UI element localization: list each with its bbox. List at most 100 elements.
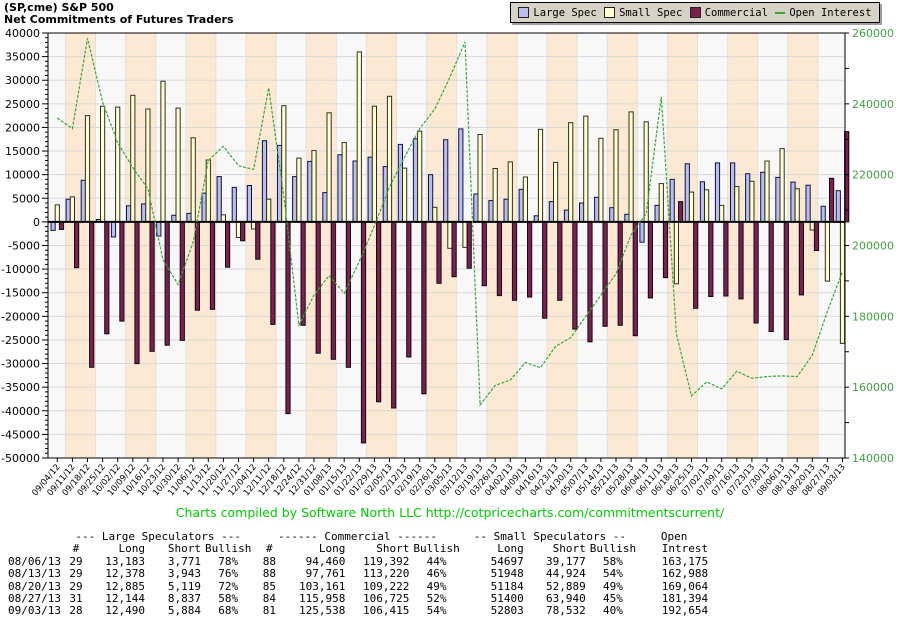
table-cell: 54% [588, 568, 638, 580]
bar-commercial [603, 222, 607, 326]
table-cell: 12,378 [89, 568, 147, 580]
bar-small-spec [176, 108, 180, 222]
table-cell: 40% [588, 605, 638, 617]
bar-commercial [709, 222, 713, 297]
left-axis-label: -20000 [1, 310, 40, 323]
left-axis-label: 0 [33, 216, 40, 229]
table-column-header [6, 543, 63, 555]
bar-large-spec [625, 214, 629, 222]
bar-commercial [90, 222, 94, 367]
bar-commercial [754, 222, 758, 323]
bar-small-spec [342, 143, 346, 222]
bar-small-spec [705, 190, 709, 222]
bar-small-spec [538, 129, 542, 222]
bar-large-spec [353, 161, 357, 222]
table-cell: 46% [411, 568, 461, 580]
bar-small-spec [191, 138, 195, 222]
bar-small-spec [689, 192, 693, 222]
bar-large-spec [715, 163, 719, 222]
bar-commercial [241, 222, 245, 241]
table-cell: 52803 [462, 605, 526, 617]
bar-small-spec [433, 207, 437, 222]
bar-commercial [558, 222, 562, 300]
bar-large-spec [700, 182, 704, 222]
bar-commercial [226, 222, 230, 267]
right-axis-label: 200000 [852, 240, 894, 253]
table-cell: 106,415 [347, 605, 411, 617]
table-cell: 76% [203, 568, 253, 580]
bar-small-spec [116, 107, 120, 222]
bar-small-spec [765, 161, 769, 222]
table-cell: 113,220 [347, 568, 411, 580]
bar-small-spec [206, 160, 210, 222]
bar-large-spec [232, 187, 236, 222]
right-axis-label: 260000 [852, 27, 894, 40]
bar-large-spec [791, 182, 795, 222]
table-column-header: Bullish [411, 543, 461, 555]
bar-large-spec [580, 203, 584, 222]
bar-commercial [150, 222, 154, 351]
bar-small-spec [478, 135, 482, 222]
bar-small-spec [357, 52, 361, 222]
bar-large-spec [746, 174, 750, 222]
table-cell: 5,884 [147, 605, 203, 617]
table-column-header: Short [347, 543, 411, 555]
bar-commercial [588, 222, 592, 342]
bar-commercial [648, 222, 652, 298]
table-cell: 78,532 [526, 605, 588, 617]
table-cell: 3,943 [147, 568, 203, 580]
bar-commercial [135, 222, 139, 364]
bar-large-spec [187, 213, 191, 222]
table-cell: 88 [253, 568, 285, 580]
bar-commercial [467, 222, 471, 268]
table-column-header: # [253, 543, 285, 555]
table-row: 09/03/132812,4905,88468%81125,538106,415… [6, 605, 710, 617]
bar-large-spec [323, 193, 327, 222]
bar-large-spec [308, 161, 312, 221]
bar-commercial [407, 222, 411, 357]
bar-large-spec [66, 199, 70, 222]
bar-commercial [679, 202, 683, 222]
bar-commercial [256, 222, 260, 259]
right-axis-label: 140000 [852, 452, 894, 465]
bar-large-spec [685, 164, 689, 222]
bar-commercial [59, 222, 63, 230]
bar-commercial [392, 222, 396, 408]
bar-small-spec [146, 109, 150, 222]
right-axis-label: 180000 [852, 310, 894, 323]
bar-large-spec [761, 172, 765, 222]
bar-commercial [437, 222, 441, 283]
left-axis-label: 40000 [5, 27, 40, 40]
cot-bar-chart: 4000035000300002500020000150001000050000… [0, 0, 900, 505]
bar-commercial [814, 222, 818, 251]
bar-small-spec [312, 151, 316, 222]
bar-small-spec [267, 199, 271, 222]
table-cell: 162,988 [638, 568, 710, 580]
bar-large-spec [247, 186, 251, 222]
bar-large-spec [111, 222, 115, 237]
table-column-header-row: #LongShortBullish#LongShortBullishLongSh… [6, 543, 710, 555]
bar-commercial [377, 222, 381, 402]
bar-commercial [452, 222, 456, 277]
bar-large-spec [595, 197, 599, 222]
left-axis-label: 10000 [5, 169, 40, 182]
bar-commercial [799, 222, 803, 295]
bar-large-spec [338, 155, 342, 222]
bar-small-spec [674, 222, 678, 284]
bar-large-spec [127, 206, 131, 222]
table-column-header: Bullish [203, 543, 253, 555]
bar-small-spec [161, 81, 165, 222]
bar-large-spec [459, 129, 463, 222]
bar-commercial [724, 222, 728, 296]
left-axis-label: 15000 [5, 145, 40, 158]
bar-large-spec [142, 204, 146, 222]
table-cell: 192,654 [638, 605, 710, 617]
bar-large-spec [293, 177, 297, 222]
bar-large-spec [429, 175, 433, 222]
bar-small-spec [659, 184, 663, 222]
table-cell: 97,761 [285, 568, 347, 580]
bar-large-spec [413, 139, 417, 222]
table-cell: 54% [411, 605, 461, 617]
bar-large-spec [444, 140, 448, 222]
bar-small-spec [614, 130, 618, 222]
